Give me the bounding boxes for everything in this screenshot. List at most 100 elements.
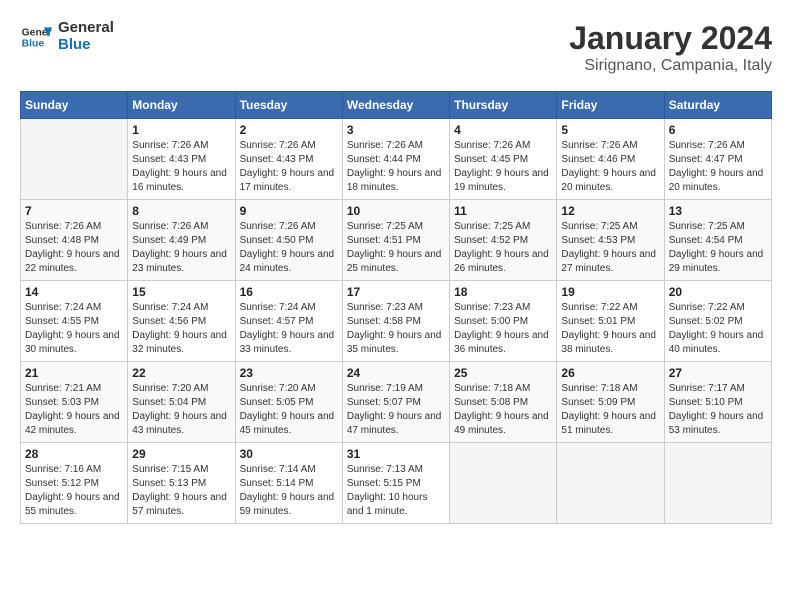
svg-text:Blue: Blue	[22, 38, 45, 49]
logo-text-blue: Blue	[58, 37, 114, 54]
day-cell: 20Sunrise: 7:22 AMSunset: 5:02 PMDayligh…	[664, 281, 771, 362]
day-cell: 22Sunrise: 7:20 AMSunset: 5:04 PMDayligh…	[128, 362, 235, 443]
day-number: 14	[25, 285, 123, 299]
col-header-tuesday: Tuesday	[235, 92, 342, 119]
day-number: 21	[25, 366, 123, 380]
logo-icon: General Blue	[20, 21, 52, 53]
day-cell: 1 Sunrise: 7:26 AMSunset: 4:43 PMDaylight…	[128, 119, 235, 200]
page-header: General Blue General Blue January 2024 S…	[20, 20, 772, 75]
day-info: Sunrise: 7:26 AMSunset: 4:49 PMDaylight:…	[132, 220, 230, 276]
day-info: Sunrise: 7:25 AMSunset: 4:53 PMDaylight:…	[561, 220, 659, 276]
day-number: 6	[669, 123, 767, 137]
day-cell	[557, 443, 664, 524]
day-info: Sunrise: 7:20 AMSunset: 5:05 PMDaylight:…	[240, 382, 338, 438]
day-cell: 13Sunrise: 7:25 AMSunset: 4:54 PMDayligh…	[664, 200, 771, 281]
day-info: Sunrise: 7:22 AMSunset: 5:02 PMDaylight:…	[669, 301, 767, 357]
col-header-wednesday: Wednesday	[342, 92, 449, 119]
day-number: 19	[561, 285, 659, 299]
day-cell: 15 Sunrise: 7:24 AMSunset: 4:56 PMDayligh…	[128, 281, 235, 362]
day-number: 4	[454, 123, 552, 137]
day-cell: 25 Sunrise: 7:18 AMSunset: 5:08 PMDayligh…	[450, 362, 557, 443]
day-info: Sunrise: 7:15 AMSunset: 5:13 PMDaylight:…	[132, 463, 230, 519]
day-info: Sunrise: 7:16 AMSunset: 5:12 PMDaylight:…	[25, 463, 123, 519]
logo: General Blue General Blue	[20, 20, 114, 53]
day-cell: 9Sunrise: 7:26 AMSunset: 4:50 PMDaylight…	[235, 200, 342, 281]
day-cell: 11 Sunrise: 7:25 AMSunset: 4:52 PMDayligh…	[450, 200, 557, 281]
day-cell	[21, 119, 128, 200]
week-row-2: 7Sunrise: 7:26 AMSunset: 4:48 PMDaylight…	[21, 200, 772, 281]
day-info: Sunrise: 7:21 AMSunset: 5:03 PMDaylight:…	[25, 382, 123, 438]
day-cell: 10Sunrise: 7:25 AMSunset: 4:51 PMDayligh…	[342, 200, 449, 281]
day-info: Sunrise: 7:23 AMSunset: 5:00 PMDaylight:…	[454, 301, 552, 357]
day-cell	[450, 443, 557, 524]
day-info: Sunrise: 7:26 AMSunset: 4:47 PMDaylight:…	[669, 139, 767, 195]
day-number: 26	[561, 366, 659, 380]
day-cell: 3 Sunrise: 7:26 AMSunset: 4:44 PMDaylight…	[342, 119, 449, 200]
day-number: 18	[454, 285, 552, 299]
day-info: Sunrise: 7:24 AMSunset: 4:55 PMDaylight:…	[25, 301, 123, 357]
day-cell: 17Sunrise: 7:23 AMSunset: 4:58 PMDayligh…	[342, 281, 449, 362]
day-number: 10	[347, 204, 445, 218]
day-number: 11	[454, 204, 552, 218]
day-cell: 26Sunrise: 7:18 AMSunset: 5:09 PMDayligh…	[557, 362, 664, 443]
week-row-5: 28 Sunrise: 7:16 AMSunset: 5:12 PMDayligh…	[21, 443, 772, 524]
col-header-sunday: Sunday	[21, 92, 128, 119]
day-info: Sunrise: 7:18 AMSunset: 5:08 PMDaylight:…	[454, 382, 552, 438]
day-info: Sunrise: 7:26 AMSunset: 4:43 PMDaylight:…	[132, 139, 230, 195]
day-info: Sunrise: 7:26 AMSunset: 4:45 PMDaylight:…	[454, 139, 552, 195]
day-info: Sunrise: 7:26 AMSunset: 4:46 PMDaylight:…	[561, 139, 659, 195]
day-cell: 16 Sunrise: 7:24 AMSunset: 4:57 PMDayligh…	[235, 281, 342, 362]
day-cell: 30 Sunrise: 7:14 AMSunset: 5:14 PMDayligh…	[235, 443, 342, 524]
day-info: Sunrise: 7:24 AMSunset: 4:57 PMDaylight:…	[240, 301, 338, 357]
day-cell: 31 Sunrise: 7:13 AMSunset: 5:15 PMDayligh…	[342, 443, 449, 524]
day-cell: 24Sunrise: 7:19 AMSunset: 5:07 PMDayligh…	[342, 362, 449, 443]
day-cell: 14 Sunrise: 7:24 AMSunset: 4:55 PMDayligh…	[21, 281, 128, 362]
day-cell: 12Sunrise: 7:25 AMSunset: 4:53 PMDayligh…	[557, 200, 664, 281]
day-number: 29	[132, 447, 230, 461]
day-info: Sunrise: 7:13 AMSunset: 5:15 PMDaylight:…	[347, 463, 445, 519]
day-cell: 7Sunrise: 7:26 AMSunset: 4:48 PMDaylight…	[21, 200, 128, 281]
day-number: 30	[240, 447, 338, 461]
col-header-friday: Friday	[557, 92, 664, 119]
day-cell: 27Sunrise: 7:17 AMSunset: 5:10 PMDayligh…	[664, 362, 771, 443]
day-info: Sunrise: 7:26 AMSunset: 4:48 PMDaylight:…	[25, 220, 123, 276]
day-number: 25	[454, 366, 552, 380]
day-info: Sunrise: 7:24 AMSunset: 4:56 PMDaylight:…	[132, 301, 230, 357]
day-number: 28	[25, 447, 123, 461]
day-info: Sunrise: 7:26 AMSunset: 4:50 PMDaylight:…	[240, 220, 338, 276]
location-subtitle: Sirignano, Campania, Italy	[569, 57, 772, 75]
day-info: Sunrise: 7:26 AMSunset: 4:44 PMDaylight:…	[347, 139, 445, 195]
logo-text-general: General	[58, 20, 114, 37]
calendar-table: SundayMondayTuesdayWednesdayThursdayFrid…	[20, 91, 772, 524]
day-number: 3	[347, 123, 445, 137]
day-cell: 23 Sunrise: 7:20 AMSunset: 5:05 PMDayligh…	[235, 362, 342, 443]
day-cell: 19 Sunrise: 7:22 AMSunset: 5:01 PMDayligh…	[557, 281, 664, 362]
col-header-monday: Monday	[128, 92, 235, 119]
day-cell: 18 Sunrise: 7:23 AMSunset: 5:00 PMDayligh…	[450, 281, 557, 362]
day-info: Sunrise: 7:26 AMSunset: 4:43 PMDaylight:…	[240, 139, 338, 195]
col-header-thursday: Thursday	[450, 92, 557, 119]
title-block: January 2024 Sirignano, Campania, Italy	[569, 20, 772, 75]
day-number: 15	[132, 285, 230, 299]
day-info: Sunrise: 7:25 AMSunset: 4:54 PMDaylight:…	[669, 220, 767, 276]
day-info: Sunrise: 7:23 AMSunset: 4:58 PMDaylight:…	[347, 301, 445, 357]
day-number: 23	[240, 366, 338, 380]
day-number: 1	[132, 123, 230, 137]
week-row-3: 14 Sunrise: 7:24 AMSunset: 4:55 PMDayligh…	[21, 281, 772, 362]
day-cell	[664, 443, 771, 524]
month-title: January 2024	[569, 20, 772, 57]
day-number: 16	[240, 285, 338, 299]
day-number: 5	[561, 123, 659, 137]
day-number: 2	[240, 123, 338, 137]
week-row-4: 21 Sunrise: 7:21 AMSunset: 5:03 PMDayligh…	[21, 362, 772, 443]
day-cell: 29 Sunrise: 7:15 AMSunset: 5:13 PMDayligh…	[128, 443, 235, 524]
day-info: Sunrise: 7:14 AMSunset: 5:14 PMDaylight:…	[240, 463, 338, 519]
day-cell: 21 Sunrise: 7:21 AMSunset: 5:03 PMDayligh…	[21, 362, 128, 443]
week-row-1: 1 Sunrise: 7:26 AMSunset: 4:43 PMDaylight…	[21, 119, 772, 200]
day-number: 24	[347, 366, 445, 380]
day-info: Sunrise: 7:25 AMSunset: 4:52 PMDaylight:…	[454, 220, 552, 276]
col-header-saturday: Saturday	[664, 92, 771, 119]
day-cell: 5 Sunrise: 7:26 AMSunset: 4:46 PMDaylight…	[557, 119, 664, 200]
day-info: Sunrise: 7:22 AMSunset: 5:01 PMDaylight:…	[561, 301, 659, 357]
day-number: 31	[347, 447, 445, 461]
